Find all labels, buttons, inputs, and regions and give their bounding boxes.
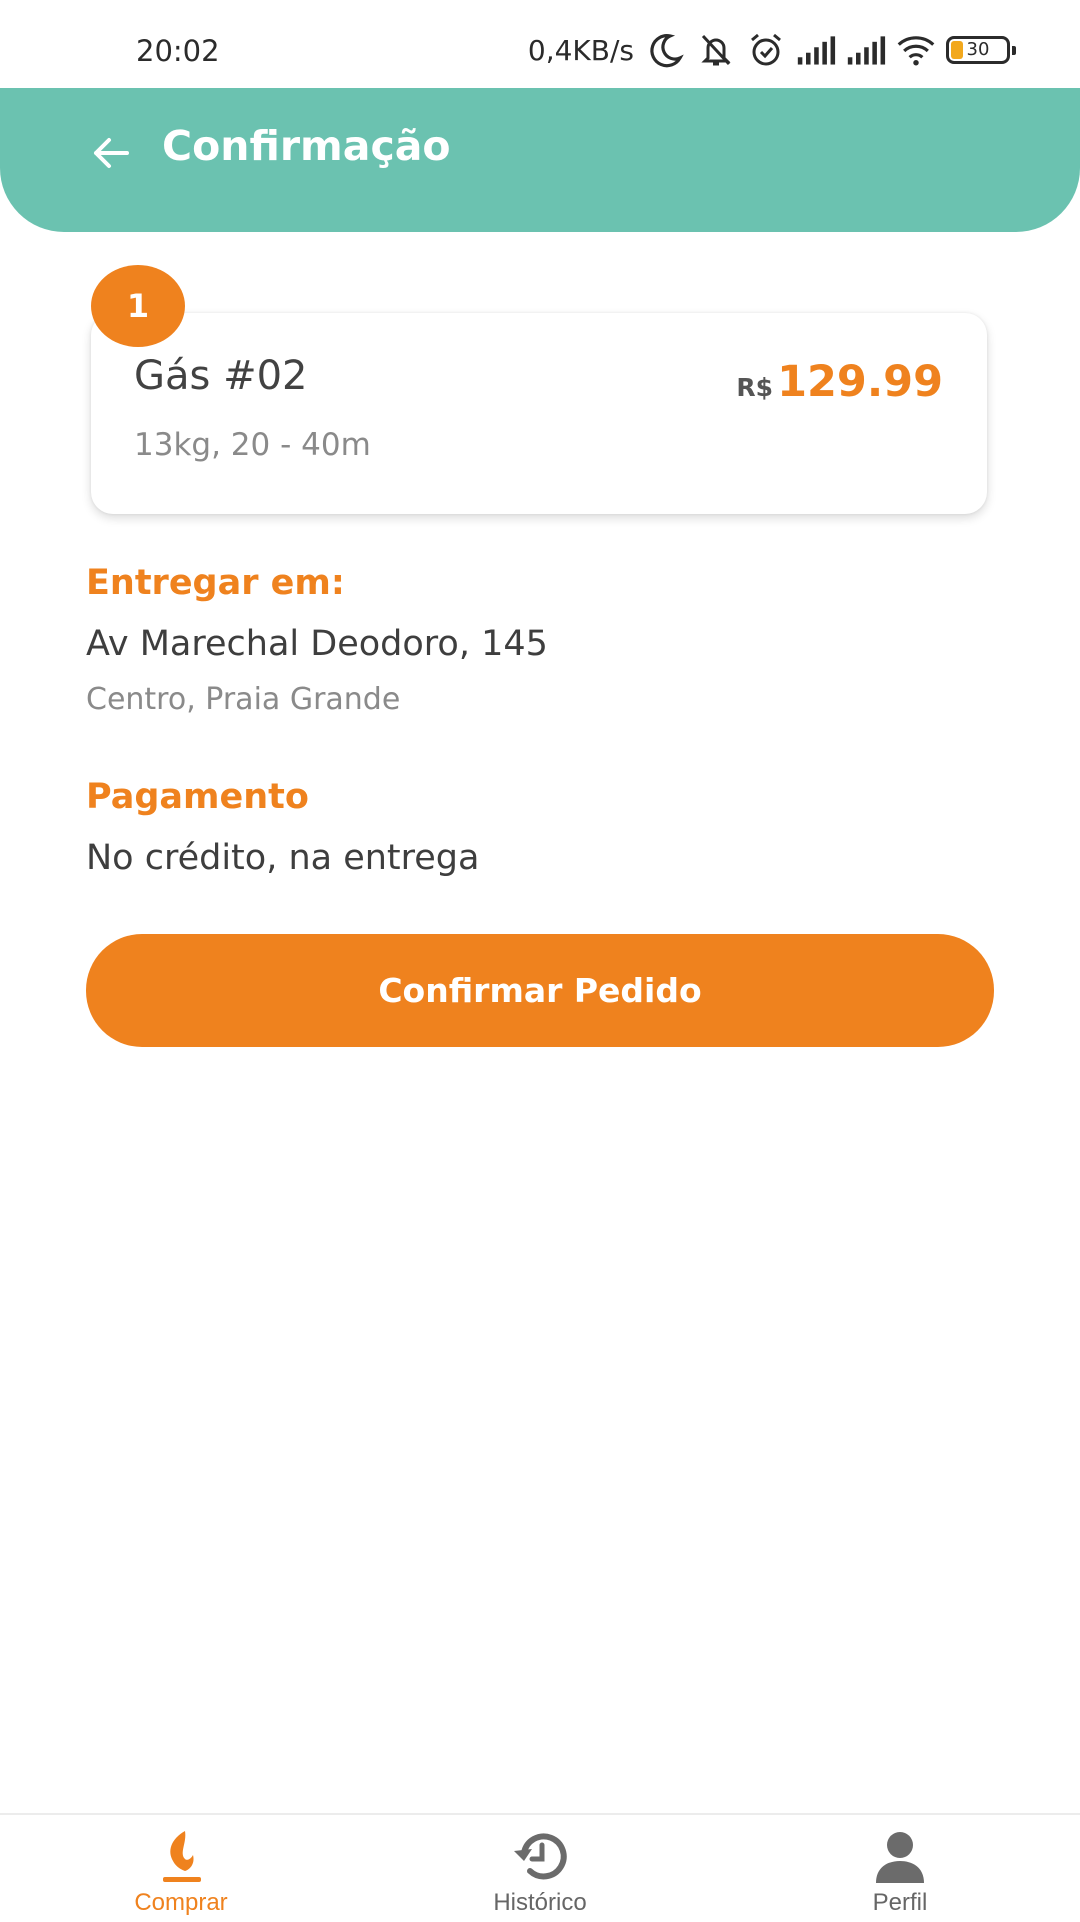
arrow-left-icon xyxy=(94,138,129,168)
status-icons: 0,4KB/s 30 xyxy=(527,30,1016,70)
status-bar: 20:02 0,4KB/s 30 xyxy=(0,0,1080,88)
product-price: R$ 129.99 xyxy=(736,357,943,407)
delivery-address: Av Marechal Deodoro, 145 xyxy=(86,624,548,664)
payment-label: Pagamento xyxy=(86,777,309,817)
network-speed: 0,4KB/s xyxy=(527,33,634,67)
nav-historico[interactable]: Histórico xyxy=(410,1815,670,1922)
battery-level: 30 xyxy=(966,39,990,60)
bell-muted-icon xyxy=(701,34,731,66)
delivery-label: Entregar em: xyxy=(86,563,345,603)
nav-label-historico: Histórico xyxy=(493,1889,587,1916)
nav-comprar[interactable]: Comprar xyxy=(51,1815,311,1922)
price-value: 129.99 xyxy=(777,357,943,407)
status-time: 20:02 xyxy=(136,34,220,68)
product-name: Gás #02 xyxy=(134,353,308,399)
nav-label-perfil: Perfil xyxy=(872,1889,928,1916)
wifi-icon xyxy=(897,36,935,66)
nav-perfil[interactable]: Perfil xyxy=(770,1815,1030,1922)
bottom-navigation: Comprar Histórico Perfil xyxy=(0,1813,1080,1922)
user-icon xyxy=(876,1832,924,1883)
back-button[interactable] xyxy=(86,128,136,178)
signal-icon xyxy=(797,36,836,65)
price-currency: R$ xyxy=(736,373,774,402)
page-title: Confirmação xyxy=(162,122,451,170)
nav-label-comprar: Comprar xyxy=(134,1889,228,1916)
alarm-icon xyxy=(751,33,781,66)
confirm-order-button[interactable]: Confirmar Pedido xyxy=(86,934,994,1047)
flame-icon xyxy=(163,1831,201,1882)
order-item-card: Gás #02 13kg, 20 - 40m R$ 129.99 xyxy=(91,313,987,514)
payment-method: No crédito, na entrega xyxy=(86,838,480,878)
delivery-neighborhood: Centro, Praia Grande xyxy=(86,682,401,717)
moon-icon xyxy=(650,34,684,68)
quantity-badge: 1 xyxy=(91,265,185,347)
app-header: Confirmação xyxy=(0,88,1080,232)
battery-icon: 30 xyxy=(946,36,1016,64)
product-details: 13kg, 20 - 40m xyxy=(134,427,371,463)
history-icon xyxy=(514,1833,567,1880)
signal-icon xyxy=(847,36,886,65)
